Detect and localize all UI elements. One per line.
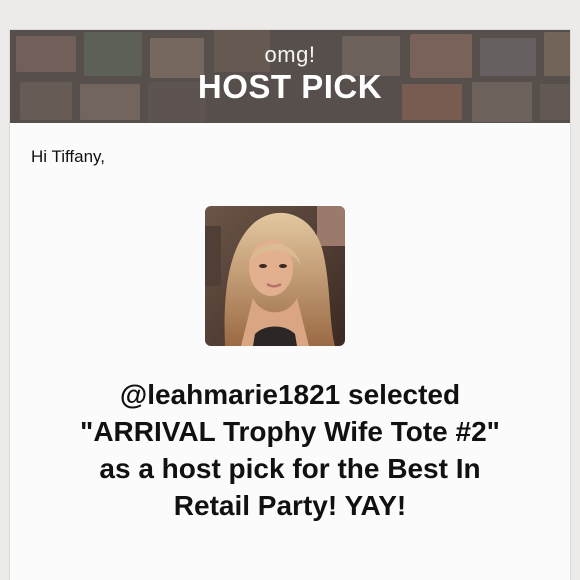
banner-title: HOST PICK bbox=[197, 68, 383, 105]
message-line-1: @leahmarie1821 selected bbox=[119, 379, 461, 410]
banner-kicker: omg! bbox=[264, 42, 316, 67]
message-line-4: Retail Party! YAY! bbox=[173, 490, 407, 521]
user-avatar-photo[interactable] bbox=[205, 206, 345, 346]
message-line-2: "ARRIVAL Trophy Wife Tote #2" bbox=[80, 416, 500, 447]
host-pick-message: @leahmarie1821 selected "ARRIVAL Trophy … bbox=[30, 376, 550, 524]
greeting-text: Hi Tiffany, bbox=[31, 147, 106, 166]
host-pick-card: omg! HOST PICK Hi Tiffany, @leahmarie182… bbox=[10, 30, 570, 580]
email-page: omg! HOST PICK Hi Tiffany, @leahmarie182… bbox=[0, 0, 580, 580]
message-line-3: as a host pick for the Best In bbox=[99, 453, 481, 484]
host-pick-banner: omg! HOST PICK bbox=[10, 30, 570, 123]
